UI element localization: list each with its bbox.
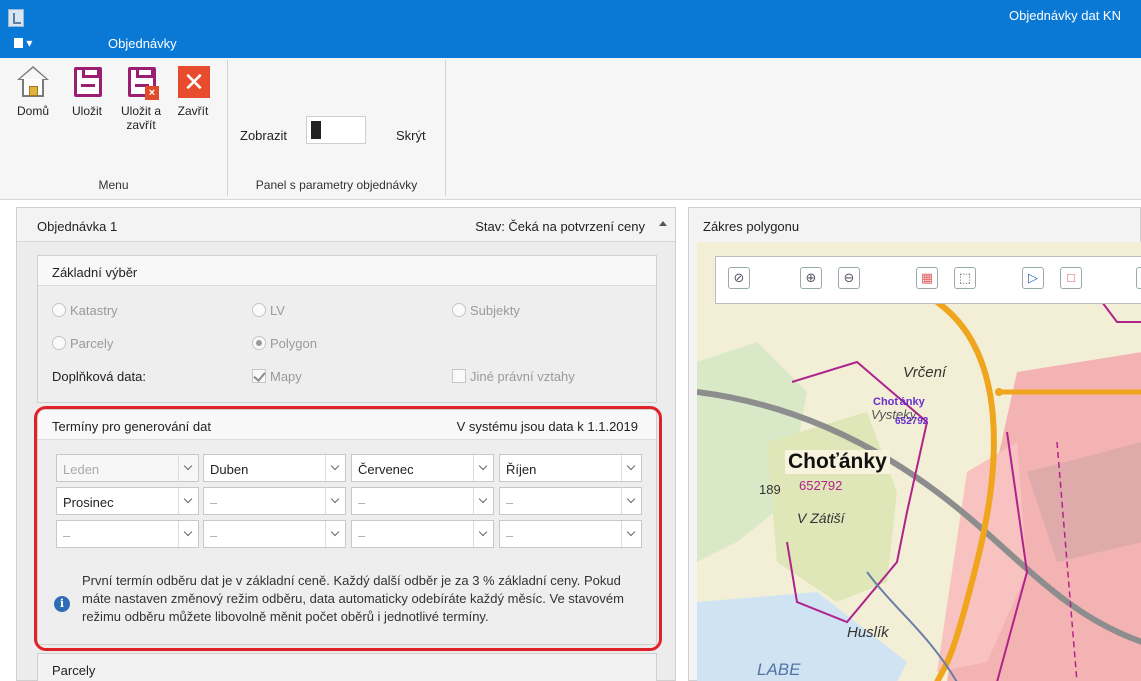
zoom-in-icon[interactable]: ⊕ — [800, 267, 822, 289]
navigate-icon[interactable]: ⊘ — [728, 267, 750, 289]
map-label-huslik: Huslík — [847, 624, 889, 641]
term-select-2-4[interactable]: – — [499, 487, 642, 515]
chevron-down-icon — [325, 521, 345, 547]
chevron-down-icon — [473, 455, 493, 481]
extra-data-label: Doplňková data: — [52, 369, 146, 384]
term-select-3-2[interactable]: – — [203, 520, 346, 548]
toggle-knob — [311, 121, 321, 139]
home-button-label: Domů — [16, 104, 49, 118]
terms-title: Termíny pro generování dat — [52, 419, 211, 434]
tab-objednavky[interactable]: Objednávky — [108, 36, 177, 51]
term-select-2-2[interactable]: – — [203, 487, 346, 515]
term-select-1-2[interactable]: Duben — [203, 454, 346, 482]
map-label-parcel-id: 652792 — [799, 478, 843, 493]
term-select-2-3[interactable]: – — [351, 487, 494, 515]
terms-info-text: První termín odběru dat je v základní ce… — [82, 573, 624, 624]
checkbox-mapy[interactable]: Mapy — [252, 369, 302, 384]
order-title: Objednávka 1 — [37, 219, 118, 234]
new-document-icon[interactable]: ▷ — [1022, 267, 1044, 289]
map-toolbar: ⊘ ⊕ ⊖ ▦ ⬚ ▷ □ · — [715, 256, 1141, 304]
title-bar: Objednávky dat KN ▾ Objednávky — [0, 0, 1141, 58]
chevron-down-icon — [178, 488, 198, 514]
radio-lv[interactable]: LV — [252, 303, 285, 318]
params-panel-toggle[interactable] — [306, 116, 366, 144]
chevron-down-icon — [325, 488, 345, 514]
app-menu-button[interactable]: ▾ — [10, 36, 32, 50]
ribbon-group-params: Zobrazit Skrýt Panel s parametry objedná… — [228, 60, 446, 196]
close-button-label: Zavřít — [177, 104, 209, 118]
chevron-down-icon — [621, 488, 641, 514]
radio-parcely[interactable]: Parcely — [52, 336, 113, 351]
show-label: Zobrazit — [240, 128, 287, 143]
radio-polygon[interactable]: Polygon — [252, 336, 317, 351]
save-button[interactable]: Uložit — [60, 62, 114, 118]
app-icon — [8, 9, 24, 27]
map-label-189: 189 — [759, 482, 781, 497]
home-icon — [15, 64, 51, 100]
term-select-1-4[interactable]: Říjen — [499, 454, 642, 482]
parcels-title: Parcely — [52, 663, 96, 678]
chevron-down-icon — [473, 488, 493, 514]
term-select-1-3[interactable]: Červenec — [351, 454, 494, 482]
save-close-button-label: Uložit a zavřít — [120, 104, 161, 132]
map-label-v-zatisi: V Zátiší — [797, 510, 845, 526]
map-panel: Zákres polygonu ⊘ ⊕ ⊖ ▦ ⬚ ▷ □ Vrčení Cho… — [688, 207, 1141, 681]
menu-chevron: ▾ — [26, 36, 33, 50]
ribbon: Domů Uložit × Uložit a zavřít ✕ Zavřít M… — [0, 58, 1141, 200]
document-icon[interactable]: □ — [1060, 267, 1082, 289]
radio-katastry[interactable]: Katastry — [52, 303, 118, 318]
chevron-down-icon — [178, 455, 198, 481]
basic-selection-section: Základní výběr Katastry LV Subjekty Parc… — [37, 255, 657, 403]
close-button[interactable]: ✕ Zavřít — [166, 62, 220, 118]
chevron-down-icon — [473, 521, 493, 547]
home-button[interactable]: Domů — [6, 62, 60, 118]
chevron-down-icon — [325, 455, 345, 481]
close-icon: ✕ — [175, 64, 211, 100]
checkbox-jine-pravni-vztahy[interactable]: Jiné právní vztahy — [452, 369, 575, 384]
chevron-down-icon — [621, 521, 641, 547]
ribbon-group-menu: Domů Uložit × Uložit a zavřít ✕ Zavřít M… — [0, 60, 228, 196]
order-header[interactable]: Objednávka 1 Stav: Čeká na potvrzení cen… — [17, 208, 675, 242]
menu-icon — [10, 38, 23, 48]
terms-section: Termíny pro generování dat V systému jso… — [37, 409, 657, 645]
map-view[interactable]: ⊘ ⊕ ⊖ ▦ ⬚ ▷ □ · Vrčení Choťánky 652792 1… — [697, 242, 1141, 681]
term-select-3-4[interactable]: – — [499, 520, 642, 548]
ribbon-group-params-label: Panel s parametry objednávky — [255, 178, 418, 192]
hide-label: Skrýt — [396, 128, 426, 143]
save-close-icon: × — [123, 64, 159, 100]
map-label-chotanky: Choťánky — [785, 450, 890, 474]
window-title: Objednávky dat KN — [1008, 8, 1121, 23]
ribbon-group-menu-label: Menu — [98, 178, 129, 192]
info-icon: i — [54, 596, 70, 612]
radio-subjekty[interactable]: Subjekty — [452, 303, 520, 318]
term-select-3-3[interactable]: – — [351, 520, 494, 548]
basic-selection-title: Základní výběr — [52, 265, 138, 280]
draw-delete-icon[interactable]: ▦ — [916, 267, 938, 289]
term-select-1-1[interactable]: Leden — [56, 454, 199, 482]
order-panel: Objednávka 1 Stav: Čeká na potvrzení cen… — [16, 207, 676, 681]
save-icon — [69, 64, 105, 100]
map-panel-title: Zákres polygonu — [703, 219, 800, 234]
system-data-date: V systému jsou data k 1.1.2019 — [456, 419, 638, 434]
more-tools-icon[interactable]: · — [1136, 267, 1141, 289]
parcels-section: Parcely — [37, 653, 657, 681]
chevron-down-icon — [178, 521, 198, 547]
cadastral-map — [697, 242, 1141, 681]
term-select-3-1[interactable]: – — [56, 520, 199, 548]
zoom-out-icon[interactable]: ⊖ — [838, 267, 860, 289]
chevron-down-icon — [621, 455, 641, 481]
order-status: Stav: Čeká na potvrzení ceny — [475, 219, 645, 234]
save-button-label: Uložit — [71, 104, 102, 118]
map-label-labe: LABE — [757, 660, 801, 679]
collapse-icon[interactable] — [659, 221, 667, 226]
select-area-icon[interactable]: ⬚ — [954, 267, 976, 289]
map-label-652792-small: 652792 — [895, 416, 929, 427]
map-label-vrceni: Vrčení — [903, 364, 947, 381]
save-close-button[interactable]: × Uložit a zavřít — [114, 62, 168, 132]
term-select-2-1[interactable]: Prosinec — [56, 487, 199, 515]
